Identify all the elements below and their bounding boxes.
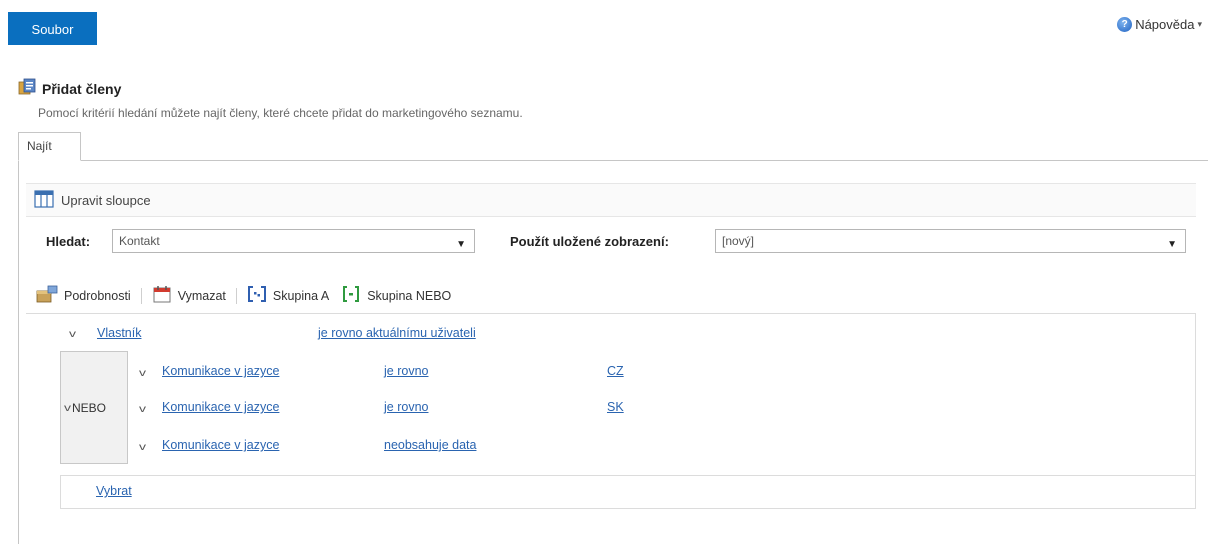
toolbar-divider <box>235 287 237 304</box>
delete-button[interactable]: Vymazat <box>146 285 232 306</box>
toolbar-divider-line <box>26 313 1196 314</box>
page-description: Pomocí kritérií hledání můžete najít čle… <box>38 106 523 120</box>
details-button[interactable]: Podrobnosti <box>30 285 137 306</box>
select-row <box>60 475 1196 509</box>
file-button[interactable]: Soubor <box>8 12 97 45</box>
dialog-header: Přidat členy <box>18 78 121 99</box>
criteria-toolbar: Podrobnosti Vymazat Skupina A Skupina NE… <box>30 285 457 306</box>
condition-operator[interactable]: neobsahuje data <box>384 438 476 452</box>
add-members-icon <box>18 78 36 99</box>
details-icon <box>36 285 58 306</box>
details-label: Podrobnosti <box>64 288 131 303</box>
condition-field-owner[interactable]: Vlastník <box>97 326 141 340</box>
toolbar-divider <box>140 287 142 304</box>
help-menu[interactable]: ? Nápověda ▾ <box>1117 14 1202 34</box>
edit-columns-label: Upravit sloupce <box>61 193 151 208</box>
saved-view-value: [nový] <box>722 234 755 248</box>
tab-divider <box>18 160 1208 161</box>
help-globe-icon: ? <box>1117 16 1133 32</box>
condition-field[interactable]: Komunikace v jazyce <box>162 400 279 414</box>
dropdown-arrow-icon: ▼ <box>456 239 466 250</box>
page-title: Přidat členy <box>42 80 122 97</box>
select-link[interactable]: Vybrat <box>96 484 132 498</box>
chevron-down-icon: v <box>64 402 71 414</box>
group-and-icon <box>247 285 267 306</box>
chevron-down-icon[interactable]: v <box>139 404 146 415</box>
condition-value[interactable]: CZ <box>607 364 624 378</box>
saved-view-label: Použít uložené zobrazení: <box>510 234 669 249</box>
chevron-down-icon[interactable]: v <box>139 368 146 379</box>
delete-icon <box>152 285 172 306</box>
group-or-icon <box>341 285 361 306</box>
group-and-button[interactable]: Skupina A <box>241 285 335 306</box>
group-and-label: Skupina A <box>272 288 330 303</box>
condition-operator-owner[interactable]: je rovno aktuálnímu uživateli <box>318 326 476 340</box>
chevron-down-icon[interactable]: v <box>69 329 76 340</box>
look-for-label: Hledat: <box>46 234 91 249</box>
condition-operator[interactable]: je rovno <box>384 364 428 378</box>
delete-label: Vymazat <box>177 288 226 303</box>
chevron-down-icon[interactable]: v <box>139 442 146 453</box>
help-label: Nápověda <box>1135 16 1195 32</box>
or-group-text: NEBO <box>72 401 107 415</box>
condition-field[interactable]: Komunikace v jazyce <box>162 438 279 452</box>
look-for-select[interactable]: Kontakt ▼ <box>112 229 475 253</box>
condition-field[interactable]: Komunikace v jazyce <box>162 364 279 378</box>
saved-view-select[interactable]: [nový] ▼ <box>715 229 1186 253</box>
condition-operator[interactable]: je rovno <box>384 400 428 414</box>
tab-find[interactable]: Najít <box>18 132 81 161</box>
edit-columns-bar <box>26 183 1196 217</box>
edit-columns-icon <box>34 190 54 211</box>
edit-columns-button[interactable]: Upravit sloupce <box>34 190 151 211</box>
group-or-label: Skupina NEBO <box>367 288 452 303</box>
panel-border <box>18 160 19 544</box>
chevron-down-icon: ▾ <box>1197 18 1202 29</box>
group-or-button[interactable]: Skupina NEBO <box>335 285 457 306</box>
dropdown-arrow-icon: ▼ <box>1167 239 1177 250</box>
or-group-label[interactable]: v NEBO <box>64 401 107 415</box>
look-for-value: Kontakt <box>119 234 160 248</box>
condition-value[interactable]: SK <box>607 400 624 414</box>
